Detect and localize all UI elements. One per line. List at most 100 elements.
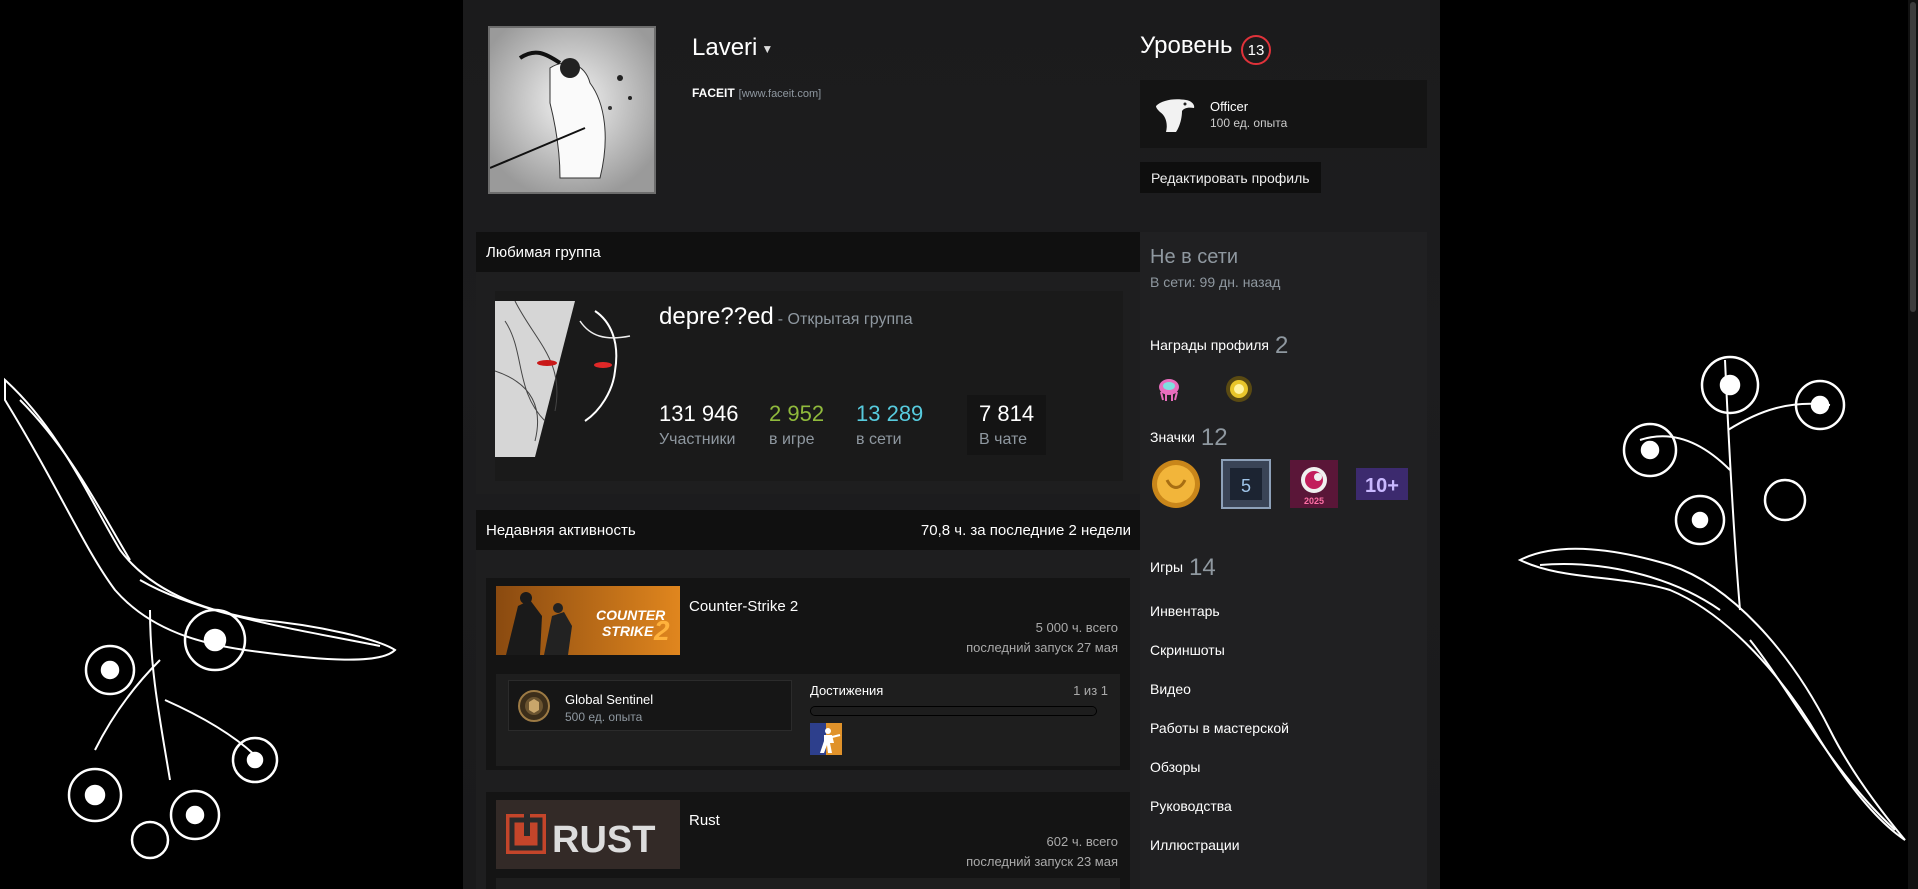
sidebar-link-screenshots[interactable]: Скриншоты bbox=[1150, 642, 1225, 658]
badges-label: Значки bbox=[1150, 429, 1195, 445]
group-stat-value: 7 814 bbox=[979, 401, 1035, 426]
cs2-capsule-number: 2 bbox=[653, 615, 670, 646]
avatar-image bbox=[490, 28, 654, 192]
flower-snake-decoration-left bbox=[4, 377, 397, 860]
global-sentinel-badge-icon bbox=[518, 690, 550, 722]
game-capsule-rust[interactable]: RUST bbox=[496, 800, 680, 869]
group-name[interactable]: depre??ed bbox=[659, 303, 774, 330]
faceit-label: FACEIT bbox=[692, 86, 735, 100]
edit-profile-button[interactable]: Редактировать профиль bbox=[1140, 162, 1321, 193]
badges-count: 12 bbox=[1200, 424, 1228, 451]
game-hours-total: 602 ч. всего bbox=[1046, 834, 1118, 849]
achievements-progress-fill bbox=[811, 707, 1096, 715]
sidebar-link-reviews[interactable]: Обзоры bbox=[1150, 759, 1201, 775]
sidebar-link-workshop[interactable]: Работы в мастерской bbox=[1150, 720, 1289, 736]
group-avatar-image bbox=[495, 301, 651, 457]
faceit-link[interactable]: [www.faceit.com] bbox=[739, 88, 822, 100]
featured-badge[interactable]: Officer 100 ед. опыта bbox=[1140, 80, 1427, 148]
rust-capsule-image: RUST bbox=[496, 800, 680, 869]
sidebar-link-artwork[interactable]: Иллюстрации bbox=[1150, 837, 1240, 853]
achievement-soldier-icon bbox=[810, 723, 842, 755]
recent-activity-header: Недавняя активность 70,8 ч. за последние… bbox=[476, 510, 1141, 550]
profile-page: Laveri ▼ FACEIT [www.faceit.com] Уровень 1… bbox=[463, 0, 1440, 889]
right-sidebar: Не в сети В сети: 99 дн. назад Награды п… bbox=[1140, 232, 1427, 889]
profile-summary: FACEIT [www.faceit.com] bbox=[692, 86, 821, 100]
badge-10-plus-icon[interactable]: 10+ bbox=[1356, 458, 1408, 510]
badge-years-icon[interactable]: 5 bbox=[1220, 458, 1272, 510]
game-badge-xp: 500 ед. опыта bbox=[565, 710, 643, 724]
game-badge-achievements-row bbox=[496, 878, 1120, 889]
badges-link[interactable]: Значки 12 bbox=[1150, 424, 1228, 452]
group-stat-value: 13 289 bbox=[856, 401, 924, 426]
game-hours-block: 5 000 ч. всего последний запуск 27 мая bbox=[966, 618, 1118, 658]
favorite-group-header: Любимая группа bbox=[476, 232, 1141, 272]
group-card[interactable]: depre??ed - Открытая группа 131 946 Участ… bbox=[495, 291, 1123, 481]
game-hours-block: 602 ч. всего последний запуск 23 мая bbox=[966, 832, 1118, 872]
badge-steam-2025-icon[interactable]: 2025 bbox=[1288, 458, 1340, 510]
rust-capsule-text: RUST bbox=[552, 819, 655, 861]
profile-awards-link[interactable]: Награды профиля 2 bbox=[1150, 332, 1288, 360]
group-stat-members: 131 946 Участники bbox=[659, 401, 739, 449]
badge-plus-label: 10+ bbox=[1365, 475, 1399, 497]
badge-years-number: 5 bbox=[1241, 476, 1251, 496]
persona-name[interactable]: Laveri ▼ bbox=[692, 34, 773, 62]
flower-snake-decoration-right bbox=[1517, 355, 1906, 841]
favorite-group-panel: depre??ed - Открытая группа 131 946 Участ… bbox=[476, 272, 1141, 494]
group-stat-label: Участники bbox=[659, 431, 736, 448]
game-last-played: последний запуск 27 мая bbox=[966, 640, 1118, 655]
recent-activity-title: Недавняя активность bbox=[486, 521, 636, 539]
game-last-played: последний запуск 23 мая bbox=[966, 854, 1118, 869]
level-badge: 13 bbox=[1241, 35, 1271, 65]
award-jellyfish-icon[interactable] bbox=[1154, 374, 1184, 404]
group-name-line: depre??ed - Открытая группа bbox=[659, 303, 913, 331]
favorite-group-title: Любимая группа bbox=[486, 243, 601, 261]
game-title[interactable]: Counter-Strike 2 bbox=[689, 598, 798, 615]
game-item-rust: RUST Rust 602 ч. всего последний запуск … bbox=[486, 792, 1130, 889]
game-badge-achievements-row: Global Sentinel 500 ед. опыта Достижения… bbox=[496, 674, 1120, 766]
featured-badge-name: Officer bbox=[1210, 99, 1249, 114]
award-sun-icon[interactable] bbox=[1224, 374, 1254, 404]
game-capsule-cs2[interactable]: COUNTER STRIKE 2 bbox=[496, 586, 680, 655]
recent-activity-summary: 70,8 ч. за последние 2 недели bbox=[920, 521, 1131, 539]
game-badge-box[interactable]: Global Sentinel 500 ед. опыта bbox=[508, 680, 792, 731]
profile-awards-count: 2 bbox=[1274, 332, 1289, 359]
online-status: Не в сети bbox=[1150, 246, 1239, 268]
profile-awards-label: Награды профиля bbox=[1150, 337, 1269, 353]
persona-name-text: Laveri bbox=[692, 34, 758, 61]
game-hours-total: 5 000 ч. всего bbox=[1035, 620, 1118, 635]
eagle-badge-icon bbox=[1156, 99, 1195, 132]
achievements-label: Достижения bbox=[810, 683, 884, 698]
level-label: Уровень bbox=[1140, 32, 1233, 59]
game-item-cs2: COUNTER STRIKE 2 Counter-Strike 2 5 000 … bbox=[486, 578, 1130, 770]
sidebar-link-videos[interactable]: Видео bbox=[1150, 681, 1191, 697]
chevron-down-icon[interactable]: ▼ bbox=[761, 42, 773, 56]
group-type: - Открытая группа bbox=[777, 311, 913, 328]
cs2-capsule-text: STRIKE bbox=[602, 623, 654, 639]
games-label: Игры bbox=[1150, 559, 1184, 575]
avatar[interactable] bbox=[488, 26, 656, 194]
game-title[interactable]: Rust bbox=[689, 812, 720, 829]
achievement-icon[interactable] bbox=[810, 723, 842, 755]
group-chat-button[interactable]: 7 814 В чате bbox=[967, 395, 1047, 455]
page-scrollbar[interactable] bbox=[1908, 0, 1918, 889]
last-online: В сети: 99 дн. назад bbox=[1150, 274, 1281, 290]
group-avatar[interactable] bbox=[495, 301, 651, 457]
group-stat-online: 13 289 в сети bbox=[856, 401, 923, 449]
badge-gold-coin-icon[interactable] bbox=[1150, 458, 1202, 510]
group-stat-label: в игре bbox=[769, 431, 815, 448]
games-count: 14 bbox=[1189, 554, 1216, 581]
achievements-count: 1 из 1 bbox=[1073, 683, 1108, 698]
sidebar-link-inventory[interactable]: Инвентарь bbox=[1150, 603, 1220, 619]
achievements-progress-bar bbox=[810, 706, 1097, 716]
sidebar-link-guides[interactable]: Руководства bbox=[1150, 798, 1232, 814]
games-link[interactable]: Игры 14 bbox=[1150, 554, 1216, 582]
group-stat-value: 131 946 bbox=[659, 401, 739, 426]
group-stat-label: В чате bbox=[979, 431, 1028, 448]
group-stat-label: в сети bbox=[856, 431, 902, 448]
group-stat-ingame: 2 952 в игре bbox=[769, 401, 824, 449]
group-stat-value: 2 952 bbox=[769, 401, 825, 426]
cs2-capsule-image: COUNTER STRIKE 2 bbox=[496, 586, 680, 655]
badge-year-label: 2025 bbox=[1304, 496, 1324, 506]
scrollbar-thumb[interactable] bbox=[1910, 2, 1916, 312]
featured-badge-xp: 100 ед. опыта bbox=[1210, 116, 1288, 130]
